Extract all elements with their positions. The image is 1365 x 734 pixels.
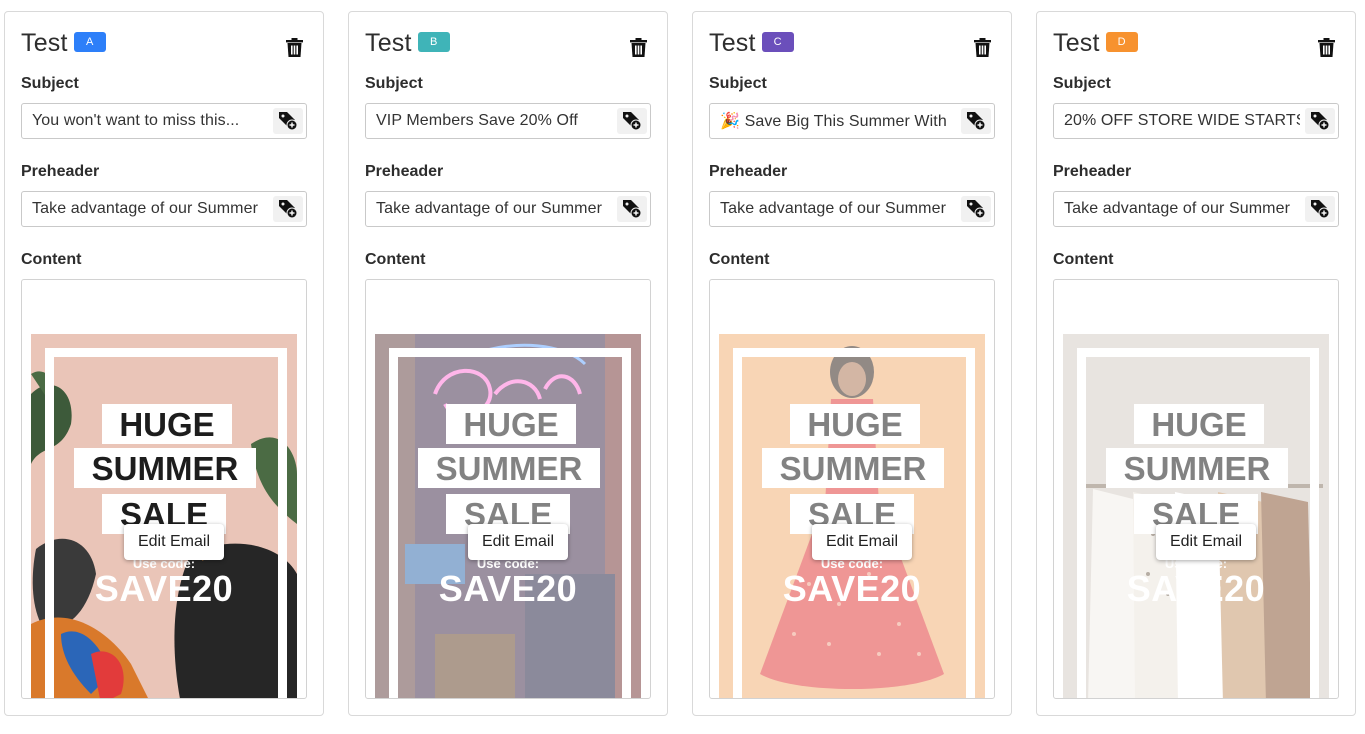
- subject-label: Subject: [365, 75, 423, 92]
- preview-dim-overlay: [375, 334, 641, 698]
- content-label: Content: [365, 251, 426, 268]
- preheader-value: Take advantage of our Summer: [1064, 200, 1291, 217]
- preheader-value: Take advantage of our Summer: [376, 200, 603, 217]
- variant-card-c: Test C Subject 🎉 Save Big This Summer Wi…: [692, 11, 1012, 716]
- headline-line-2: SUMMER: [74, 448, 256, 488]
- subject-field[interactable]: You won't want to miss this...: [21, 103, 307, 139]
- subject-field[interactable]: VIP Members Save 20% Off: [365, 103, 651, 139]
- email-content-preview: HUGE SUMMER SALE Use code: SAVE20 Edit E…: [1053, 279, 1339, 699]
- tag-plus-icon: [967, 112, 986, 131]
- variant-card-a: Test A Subject You won't want to miss th…: [4, 11, 324, 716]
- subject-label: Subject: [709, 75, 767, 92]
- variant-header: Test B: [365, 28, 450, 58]
- content-label: Content: [21, 251, 82, 268]
- personalize-preheader-button[interactable]: [273, 196, 303, 222]
- personalize-preheader-button[interactable]: [961, 196, 991, 222]
- preheader-field[interactable]: Take advantage of our Summer: [1053, 191, 1339, 227]
- tag-plus-icon: [623, 200, 642, 219]
- trash-icon[interactable]: [974, 38, 991, 57]
- edit-email-button[interactable]: Edit Email: [1156, 524, 1256, 560]
- email-preview-image: HUGE SUMMER SALE Use code: SAVE20 Edit E…: [375, 334, 641, 698]
- email-content-preview: HUGE SUMMER SALE Use code: SAVE20 Edit E…: [365, 279, 651, 699]
- preview-dim-overlay: [1063, 334, 1329, 698]
- headline-line-1: HUGE: [102, 404, 232, 444]
- edit-email-button[interactable]: Edit Email: [124, 524, 224, 560]
- variant-card-d: Test D Subject 20% OFF STORE WIDE STARTS…: [1036, 11, 1356, 716]
- subject-value: You won't want to miss this...: [32, 112, 240, 129]
- variant-title: Test: [21, 28, 68, 57]
- preheader-value: Take advantage of our Summer: [32, 200, 259, 217]
- email-content-preview: HUGE SUMMER SALE Use code: SAVE20 Edit E…: [21, 279, 307, 699]
- variant-badge: B: [417, 32, 450, 52]
- subject-field[interactable]: 🎉 Save Big This Summer With: [709, 103, 995, 139]
- preheader-field[interactable]: Take advantage of our Summer: [21, 191, 307, 227]
- subject-value: 🎉 Save Big This Summer With: [720, 113, 947, 130]
- variant-badge: C: [761, 32, 794, 52]
- variant-title: Test: [709, 28, 756, 57]
- personalize-subject-button[interactable]: [273, 108, 303, 134]
- personalize-subject-button[interactable]: [961, 108, 991, 134]
- trash-icon[interactable]: [286, 38, 303, 57]
- content-label: Content: [709, 251, 770, 268]
- trash-icon[interactable]: [630, 38, 647, 57]
- edit-email-button[interactable]: Edit Email: [468, 524, 568, 560]
- personalize-preheader-button[interactable]: [1305, 196, 1335, 222]
- variant-header: Test D: [1053, 28, 1138, 58]
- subject-label: Subject: [1053, 75, 1111, 92]
- preheader-field[interactable]: Take advantage of our Summer: [365, 191, 651, 227]
- email-preview-image: HUGE SUMMER SALE Use code: SAVE20 Edit E…: [31, 334, 297, 698]
- preheader-value: Take advantage of our Summer: [720, 200, 947, 217]
- tag-plus-icon: [279, 112, 298, 131]
- subject-label: Subject: [21, 75, 79, 92]
- email-preview-image: HUGE SUMMER SALE Use code: SAVE20 Edit E…: [1063, 334, 1329, 698]
- variant-header: Test A: [21, 28, 106, 58]
- preheader-label: Preheader: [21, 163, 100, 180]
- tag-plus-icon: [623, 112, 642, 131]
- trash-icon[interactable]: [1318, 38, 1335, 57]
- subject-value: VIP Members Save 20% Off: [376, 112, 578, 129]
- content-label: Content: [1053, 251, 1114, 268]
- variant-badge: D: [1105, 32, 1138, 52]
- preheader-label: Preheader: [365, 163, 444, 180]
- variant-header: Test C: [709, 28, 794, 58]
- subject-value: 20% OFF STORE WIDE STARTS: [1064, 112, 1300, 129]
- subject-field[interactable]: 20% OFF STORE WIDE STARTS: [1053, 103, 1339, 139]
- email-preview-image: HUGE SUMMER SALE Use code: SAVE20 Edit E…: [719, 334, 985, 698]
- preview-dim-overlay: [719, 334, 985, 698]
- variant-badge: A: [73, 32, 106, 52]
- personalize-preheader-button[interactable]: [617, 196, 647, 222]
- tag-plus-icon: [279, 200, 298, 219]
- variant-title: Test: [365, 28, 412, 57]
- personalize-subject-button[interactable]: [617, 108, 647, 134]
- preheader-label: Preheader: [709, 163, 788, 180]
- preheader-field[interactable]: Take advantage of our Summer: [709, 191, 995, 227]
- personalize-subject-button[interactable]: [1305, 108, 1335, 134]
- tag-plus-icon: [967, 200, 986, 219]
- tag-plus-icon: [1311, 112, 1330, 131]
- variant-card-b: Test B Subject VIP Members Save 20% Off …: [348, 11, 668, 716]
- tag-plus-icon: [1311, 200, 1330, 219]
- email-content-preview: HUGE SUMMER SALE Use code: SAVE20 Edit E…: [709, 279, 995, 699]
- edit-email-button[interactable]: Edit Email: [812, 524, 912, 560]
- variant-title: Test: [1053, 28, 1100, 57]
- preheader-label: Preheader: [1053, 163, 1132, 180]
- promo-code: SAVE20: [94, 568, 234, 609]
